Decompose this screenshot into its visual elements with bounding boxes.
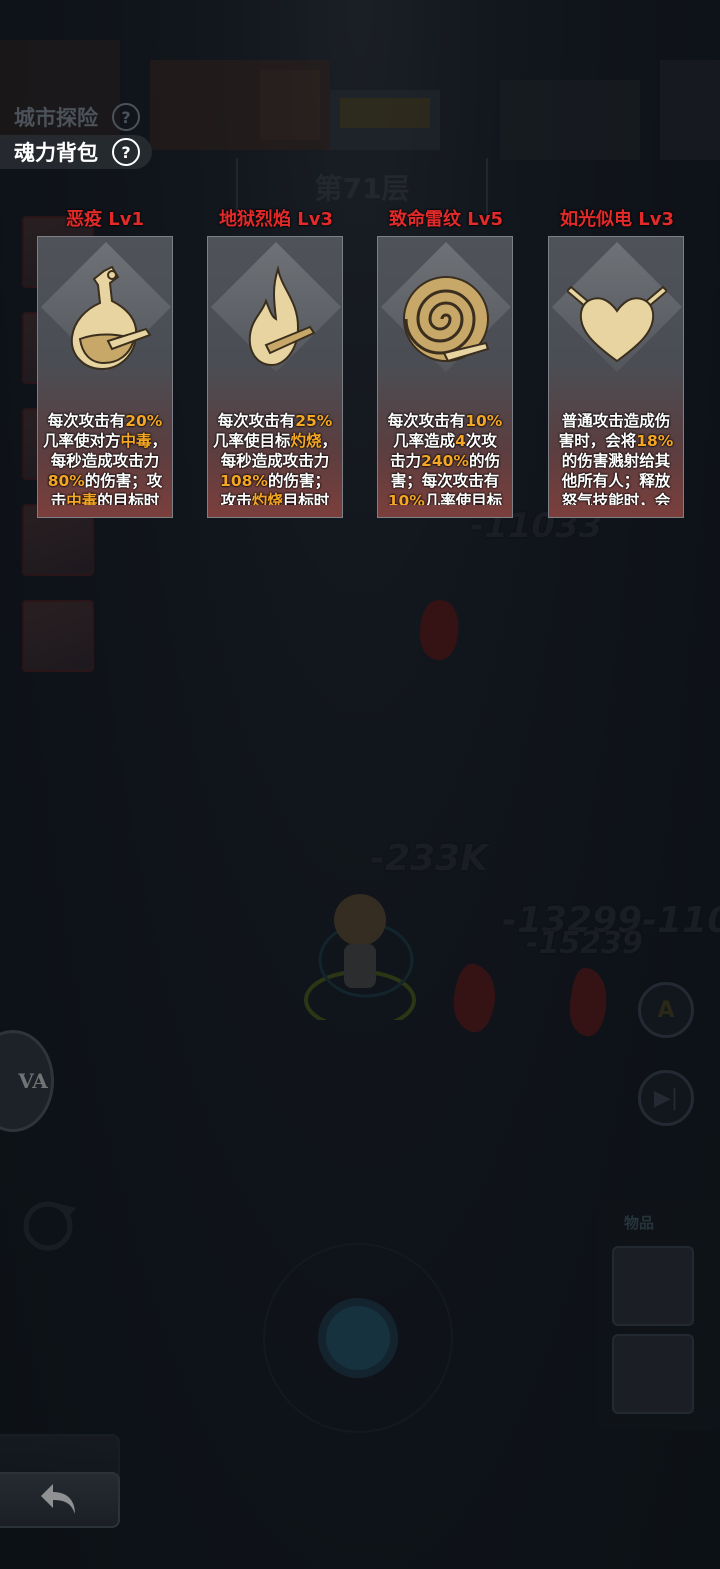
description-text: 每秒造成攻击力 — [50, 452, 160, 470]
highlight-value: 4 — [455, 432, 466, 450]
description-line: 他所有人；释放 — [551, 471, 681, 491]
description-line: 10%几率使目标 — [380, 491, 510, 505]
card-title: 恶疫 Lv1 — [66, 209, 144, 230]
description-text: 的伤 — [468, 452, 500, 470]
description-text: 的伤害； — [267, 472, 330, 490]
description-line: 几率使对方中毒， — [40, 431, 170, 451]
skill-card[interactable]: 每次攻击有20% 几率使对方中毒， 每秒造成攻击力 80%的伤害；攻 击中毒的目标时 — [37, 236, 173, 518]
highlight-value: 中毒 — [120, 432, 152, 450]
soul-bag-tab[interactable]: 魂力背包 ? — [0, 135, 152, 169]
description-text: 几率使目标 — [212, 432, 291, 450]
highlight-value: 240% — [421, 452, 469, 470]
description-text: 几率使对方 — [42, 432, 121, 450]
description-line: 每次攻击有20% — [40, 411, 170, 431]
description-text: 的目标时 — [97, 492, 160, 505]
description-text: 的伤害；攻 — [84, 472, 163, 490]
help-icon[interactable]: ? — [112, 103, 140, 131]
description-text: 害时，会将 — [558, 432, 637, 450]
potion-flask-icon — [70, 265, 152, 371]
highlight-value: 灼烧 — [251, 492, 283, 505]
card-title: 如光似电 Lv3 — [560, 209, 674, 230]
description-line: 每秒造成攻击力 — [40, 451, 170, 471]
description-line: 普通攻击造成伤 — [551, 411, 681, 431]
soul-bag-label: 魂力背包 — [14, 141, 98, 165]
skill-card[interactable]: 每次攻击有10% 几率造成4次攻 击力240%的伤 害；每次攻击有 10%几率使目标 — [377, 236, 513, 518]
description-line: 几率使目标灼烧， — [210, 431, 340, 451]
highlight-value: 25% — [295, 412, 333, 430]
description-line: 每次攻击有25% — [210, 411, 340, 431]
card-description: 每次攻击有20% 几率使对方中毒， 每秒造成攻击力 80%的伤害；攻 击中毒的目标时 — [40, 411, 170, 505]
description-line: 怒气技能时，会 — [551, 491, 681, 505]
description-line: 害时，会将18% — [551, 431, 681, 451]
highlight-value: 20% — [125, 412, 163, 430]
description-text: 击力 — [390, 452, 422, 470]
description-text: 几率造成 — [393, 432, 456, 450]
description-text: 几率使目标 — [424, 492, 503, 505]
description-text: 每次攻击有 — [47, 412, 126, 430]
description-text: 每次攻击有 — [387, 412, 466, 430]
description-line: 击中毒的目标时 — [40, 491, 170, 505]
description-text: 的伤害溅射给其 — [561, 452, 671, 470]
description-line: 害；每次攻击有 — [380, 471, 510, 491]
description-line: 攻击灼烧目标时 — [210, 491, 340, 505]
card-description: 每次攻击有25% 几率使目标灼烧， 每秒造成攻击力 108%的伤害； 攻击灼烧目标时 — [210, 411, 340, 505]
description-line: 每次攻击有10% — [380, 411, 510, 431]
highlight-value: 10% — [465, 412, 503, 430]
description-text: 击 — [50, 492, 67, 505]
heart-swords-icon — [567, 285, 667, 363]
description-line: 80%的伤害；攻 — [40, 471, 170, 491]
description-line: 几率造成4次攻 — [380, 431, 510, 451]
highlight-value: 18% — [636, 432, 674, 450]
description-text: 他所有人；释放 — [561, 472, 671, 490]
spiral-dagger-icon — [403, 276, 490, 363]
highlight-value: 80% — [47, 472, 85, 490]
highlight-value: 108% — [220, 472, 268, 490]
flame-dagger-icon — [248, 265, 316, 367]
description-line: 每秒造成攻击力 — [210, 451, 340, 471]
highlight-value: 10% — [387, 492, 425, 505]
description-text: 每秒造成攻击力 — [220, 452, 330, 470]
description-text: 每次攻击有 — [217, 412, 296, 430]
help-icon[interactable]: ? — [112, 138, 140, 166]
description-line: 击力240%的伤 — [380, 451, 510, 471]
description-text: ， — [321, 432, 338, 450]
skill-card[interactable]: 每次攻击有25% 几率使目标灼烧， 每秒造成攻击力 108%的伤害； 攻击灼烧目标时 — [207, 236, 343, 518]
description-text: 害；每次攻击有 — [390, 472, 500, 490]
city-explore-label: 城市探险 — [14, 106, 98, 130]
card-description: 普通攻击造成伤 害时，会将18% 的伤害溅射给其 他所有人；释放 怒气技能时，会 — [551, 411, 681, 505]
description-text: 普通攻击造成伤 — [561, 412, 671, 430]
description-text: 目标时 — [282, 492, 330, 505]
card-description: 每次攻击有10% 几率造成4次攻 击力240%的伤 害；每次攻击有 10%几率使目标 — [380, 411, 510, 505]
card-title: 致命雷纹 Lv5 — [389, 209, 503, 230]
description-text: ， — [151, 432, 168, 450]
card-title: 地狱烈焰 Lv3 — [219, 209, 333, 230]
skill-card[interactable]: 普通攻击造成伤 害时，会将18% 的伤害溅射给其 他所有人；释放 怒气技能时，会 — [548, 236, 684, 518]
highlight-value: 灼烧 — [290, 432, 322, 450]
city-explore-link[interactable]: 城市探险 ? — [0, 100, 152, 134]
description-line: 108%的伤害； — [210, 471, 340, 491]
description-text: 怒气技能时，会 — [561, 492, 671, 505]
description-text: 次攻 — [465, 432, 497, 450]
description-line: 的伤害溅射给其 — [551, 451, 681, 471]
description-text: 攻击 — [220, 492, 252, 505]
highlight-value: 中毒 — [66, 492, 98, 505]
